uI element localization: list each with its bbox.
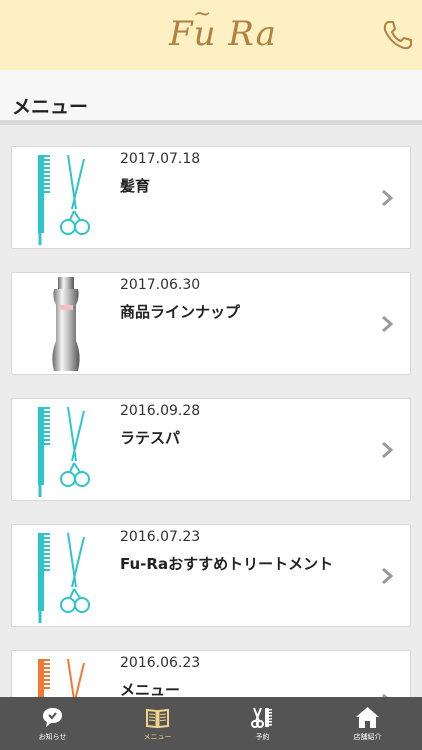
list-item[interactable]: 2016.07.23 Fu-Raおすすめトリートメント	[11, 524, 411, 627]
tab-bar: お知らせ メニュー 予約 店舗紹介	[0, 697, 422, 750]
list-item[interactable]: 2017.06.30 商品ラインナップ	[11, 272, 411, 375]
menu-list[interactable]: 2017.07.18 髪育 2017.06.30 商品ラインナップ 2016.0…	[0, 125, 422, 697]
tab-label: メニュー	[143, 733, 172, 741]
logo-tilde: ~	[193, 2, 213, 27]
tab-store[interactable]: 店舗紹介	[315, 697, 420, 750]
item-date: 2016.07.23	[120, 529, 201, 545]
scissors-comb-icon	[251, 707, 272, 728]
list-item[interactable]: 2017.07.18 髪育	[11, 146, 411, 249]
tab-news[interactable]: お知らせ	[0, 697, 105, 750]
item-date: 2017.07.18	[120, 151, 201, 167]
tab-reserve[interactable]: 予約	[210, 697, 315, 750]
chevron-right-icon	[382, 315, 394, 333]
chat-bubble-icon	[43, 708, 62, 727]
list-item[interactable]: 2016.06.23 メニュー	[11, 650, 411, 697]
comb-scissors-icon-orange	[38, 658, 85, 697]
item-title: Fu-Raおすすめトリートメント	[120, 555, 334, 573]
chevron-right-icon	[382, 441, 394, 459]
chevron-right-icon	[382, 567, 394, 585]
phone-icon[interactable]	[380, 18, 414, 52]
tab-label: 予約	[255, 733, 270, 741]
comb-scissors-icon	[38, 532, 90, 623]
item-title: 商品ラインナップ	[120, 303, 241, 321]
logo-text: Fu Ra	[169, 14, 277, 54]
item-date: 2016.06.23	[120, 655, 201, 671]
product-bottle-image	[52, 277, 80, 371]
page-title: メニュー	[12, 96, 89, 118]
comb-scissors-icon	[38, 154, 90, 245]
list-item[interactable]: 2016.09.28 ラテスパ	[11, 398, 411, 501]
brand-logo: Fu Ra ~	[169, 2, 277, 54]
book-icon	[146, 708, 169, 729]
home-icon	[356, 707, 379, 728]
item-title: ラテスパ	[120, 429, 181, 447]
tab-label: お知らせ	[38, 733, 67, 741]
chevron-right-icon	[382, 189, 394, 207]
item-date: 2016.09.28	[120, 403, 201, 419]
app-header: Fu Ra ~	[0, 0, 422, 70]
item-date: 2017.06.30	[120, 277, 201, 293]
comb-scissors-icon	[38, 406, 90, 497]
tab-menu[interactable]: メニュー	[105, 697, 210, 750]
tab-label: 店舗紹介	[353, 733, 382, 741]
item-title: 髪育	[120, 177, 151, 195]
item-title: メニュー	[120, 681, 181, 697]
